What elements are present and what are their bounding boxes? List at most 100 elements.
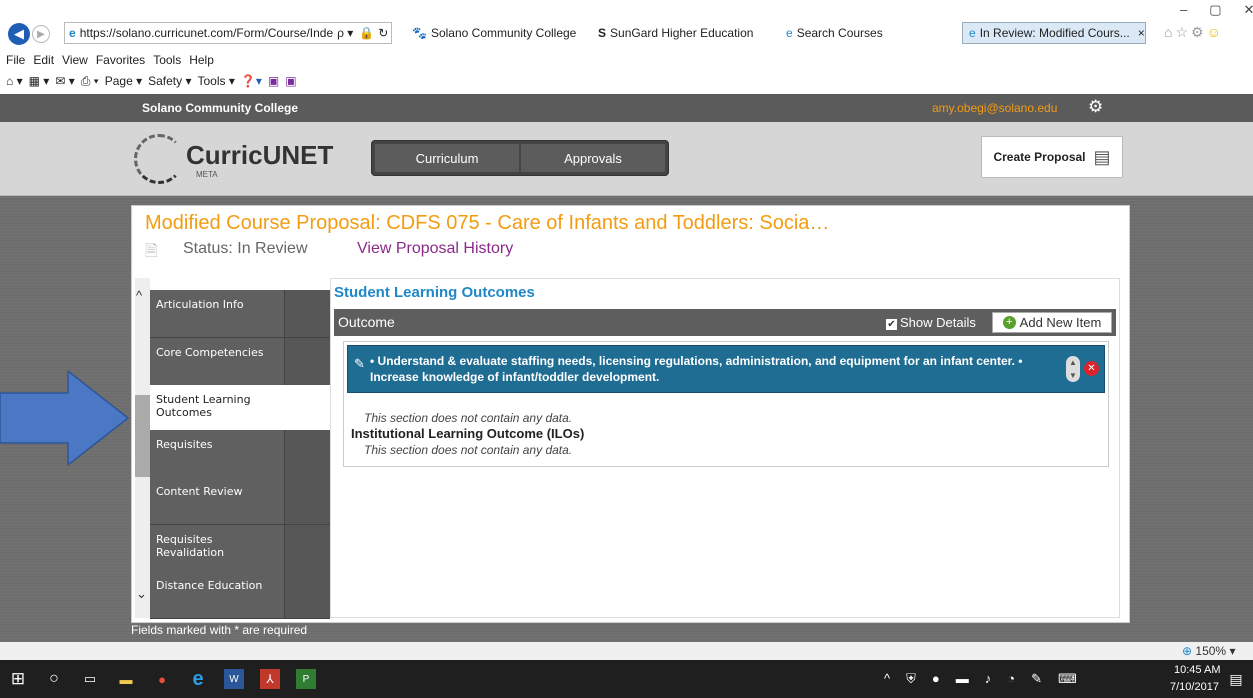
- cortana-search-icon[interactable]: ○: [44, 669, 64, 689]
- tab-search-courses[interactable]: e Search Courses: [780, 22, 960, 44]
- word-icon[interactable]: W: [224, 669, 244, 689]
- show-details-toggle[interactable]: ✔ Show Details: [886, 315, 976, 330]
- outcome-table-header: Outcome ✔ Show Details + Add New Item: [334, 309, 1116, 336]
- checkbox-checked-icon[interactable]: ✔: [886, 319, 897, 330]
- sidebar-item-student-learning-outcomes[interactable]: Student Learning Outcomes: [150, 385, 330, 433]
- lock-icon: 🔒: [359, 26, 375, 40]
- home-icon[interactable]: ⌂ ▾: [6, 74, 23, 88]
- outcome-header-label: Outcome: [338, 314, 395, 330]
- smiley-icon[interactable]: ☺: [1207, 24, 1224, 40]
- help-icon[interactable]: ❓▾: [241, 74, 262, 88]
- shield-icon[interactable]: ⛨: [906, 671, 916, 687]
- chevron-up-icon[interactable]: ^: [136, 288, 142, 303]
- print-icon[interactable]: ⎙ ▾: [81, 74, 99, 89]
- forward-arrow-icon[interactable]: ▶: [32, 25, 50, 43]
- document-icon: 🗎: [145, 243, 158, 260]
- section-title: Student Learning Outcomes: [334, 284, 535, 301]
- windows-start-icon[interactable]: ⊞: [8, 669, 28, 689]
- tools-menu[interactable]: Tools ▾: [198, 74, 235, 88]
- window-controls: – ▢ ✕: [1180, 2, 1253, 18]
- mail-icon[interactable]: ✉ ▾: [55, 74, 74, 88]
- menu-edit[interactable]: Edit: [33, 53, 54, 67]
- sidebar-item-requisites-revalidation[interactable]: Requisites Revalidation: [150, 525, 330, 573]
- tab-in-review[interactable]: e In Review: Modified Cours... ×: [962, 22, 1146, 44]
- nav-curriculum[interactable]: Curriculum: [375, 144, 519, 172]
- keyboard-icon[interactable]: ⌨: [1058, 671, 1077, 687]
- safety-menu[interactable]: Safety ▾: [148, 74, 191, 88]
- sidebar-item-label: Requisites: [156, 438, 213, 451]
- favorites-star-icon[interactable]: ☆: [1175, 24, 1191, 40]
- sidebar-item-requisites[interactable]: Requisites: [150, 430, 330, 478]
- file-explorer-icon[interactable]: ▬: [116, 669, 136, 689]
- pen-icon[interactable]: ✎: [1031, 671, 1042, 687]
- menu-favorites[interactable]: Favorites: [96, 53, 145, 67]
- feeds-icon[interactable]: ▦ ▾: [29, 74, 50, 88]
- volume-icon[interactable]: ♪: [985, 671, 992, 687]
- nav-approvals[interactable]: Approvals: [521, 144, 665, 172]
- tab-label: Solano Community College: [430, 26, 577, 40]
- menu-file[interactable]: File: [6, 53, 25, 67]
- search-icon[interactable]: ρ ▾: [337, 26, 353, 40]
- onenote-icon[interactable]: ▣: [268, 74, 279, 88]
- task-view-icon[interactable]: ▭: [80, 669, 100, 689]
- tab-sungard[interactable]: S SunGard Higher Education: [592, 22, 777, 44]
- settings-gear-icon[interactable]: ⚙: [1191, 24, 1207, 40]
- close-window-button[interactable]: ✕: [1244, 2, 1253, 18]
- sidebar-item-articulation-info[interactable]: Articulation Info: [150, 290, 330, 338]
- tab-solano[interactable]: 🐾 Solano Community College: [406, 22, 586, 44]
- delete-icon[interactable]: ✕: [1084, 361, 1099, 376]
- back-arrow-icon[interactable]: ◀: [8, 23, 30, 45]
- command-bar: ⌂ ▾ ▦ ▾ ✉ ▾ ⎙ ▾ Page ▾ Safety ▾ Tools ▾ …: [0, 70, 1253, 92]
- view-history-link[interactable]: View Proposal History: [357, 240, 513, 258]
- gear-icon[interactable]: ⚙: [1088, 97, 1103, 117]
- user-email[interactable]: amy.obegi@solano.edu: [932, 101, 1057, 115]
- refresh-icon[interactable]: ↻: [378, 26, 388, 40]
- tab-label: SunGard Higher Education: [610, 26, 754, 40]
- address-bar[interactable]: e https://solano.curricunet.com/Form/Cou…: [64, 22, 392, 44]
- tab-favicon-icon: e: [786, 26, 793, 40]
- notification-icon[interactable]: ▤: [1226, 669, 1246, 689]
- app-top-bar: Solano Community College amy.obegi@solan…: [0, 94, 1253, 122]
- edit-icon[interactable]: ✎: [354, 356, 365, 372]
- reorder-icon[interactable]: ▲ ▼: [1066, 356, 1080, 382]
- tray-chevron-icon[interactable]: ^: [884, 671, 890, 687]
- sidebar-scroll-thumb[interactable]: [135, 395, 150, 477]
- tab-label: Search Courses: [796, 26, 883, 40]
- system-tray: ^ ⛨ ● ▬ ♪ ◔ ✎ ⌨: [884, 671, 1077, 687]
- sidebar-item-label: Core Competencies: [156, 346, 264, 359]
- zoom-control[interactable]: ⊕ 150% ▾: [1182, 644, 1235, 658]
- battery-icon[interactable]: ▬: [956, 671, 969, 687]
- menu-help[interactable]: Help: [189, 53, 214, 67]
- home-icon[interactable]: ⌂: [1164, 24, 1175, 40]
- chrome-tray-icon[interactable]: ●: [932, 671, 940, 687]
- chevron-down-icon[interactable]: ⌄: [136, 586, 147, 602]
- add-new-item-button[interactable]: + Add New Item: [992, 312, 1112, 333]
- logo-text: CurricUNET: [186, 140, 334, 170]
- acrobat-icon[interactable]: ⅄: [260, 669, 280, 689]
- menu-view[interactable]: View: [62, 53, 88, 67]
- taskbar-date[interactable]: 7/10/2017: [1170, 681, 1219, 693]
- no-data-message: This section does not contain any data.: [364, 443, 573, 457]
- wifi-icon[interactable]: ◔: [1007, 671, 1015, 687]
- sidebar-item-distance-education[interactable]: Distance Education: [150, 571, 330, 619]
- sidebar-item-core-competencies[interactable]: Core Competencies: [150, 338, 330, 386]
- taskbar-time[interactable]: 10:45 AM: [1174, 664, 1220, 676]
- internet-explorer-icon[interactable]: e: [188, 668, 208, 690]
- page-menu[interactable]: Page ▾: [105, 74, 142, 88]
- restore-button[interactable]: ▢: [1209, 2, 1221, 18]
- minimize-button[interactable]: –: [1180, 2, 1187, 18]
- sidebar-item-label: Content Review: [156, 485, 243, 498]
- curricunet-logo-icon: [134, 134, 184, 184]
- chrome-icon[interactable]: ●: [152, 669, 172, 689]
- main-nav: Curriculum Approvals: [371, 140, 669, 176]
- create-proposal-button[interactable]: Create Proposal ▤: [981, 136, 1123, 178]
- onenote-linked-icon[interactable]: ▣: [285, 74, 296, 88]
- zoom-icon: ⊕: [1182, 644, 1193, 658]
- project-icon[interactable]: P: [296, 669, 316, 689]
- menu-tools[interactable]: Tools: [153, 53, 181, 67]
- close-tab-icon[interactable]: ×: [1138, 26, 1145, 40]
- arrow-right-icon: [0, 371, 130, 465]
- sidebar-item-content-review[interactable]: Content Review: [150, 477, 330, 525]
- document-plus-icon: ▤: [1093, 146, 1111, 167]
- outcome-item-bar[interactable]: ✎ • Understand & evaluate staffing needs…: [347, 345, 1105, 393]
